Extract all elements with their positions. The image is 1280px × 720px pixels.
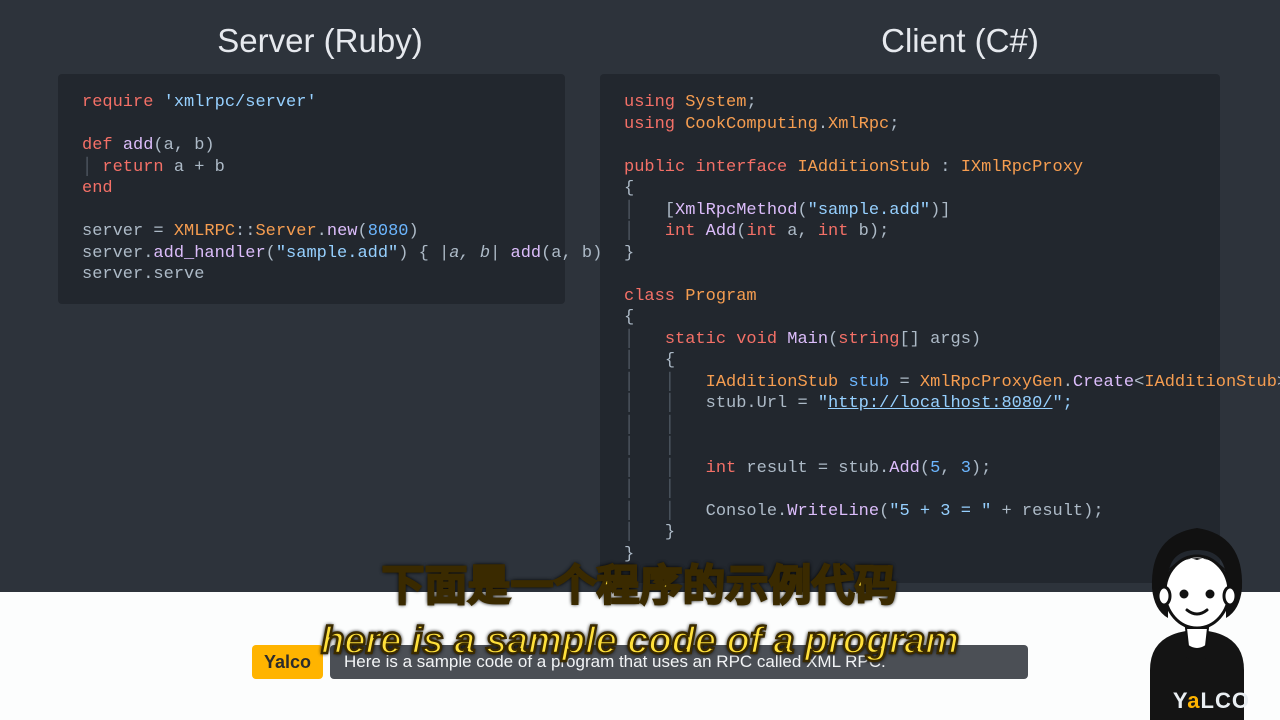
caption-chinese: 下面是一个程序的示例代码 (0, 552, 1280, 613)
code-block-csharp: using System; using CookComputing.XmlRpc… (600, 74, 1220, 583)
caption-english: here is a sample code of a program (0, 620, 1280, 663)
code-block-ruby: require 'xmlrpc/server' def add(a, b) │ … (58, 74, 565, 304)
logo-yalco: YaLCO (1173, 688, 1250, 714)
column-title-server: Server (Ruby) (0, 22, 640, 60)
code-ruby: require 'xmlrpc/server' def add(a, b) │ … (82, 92, 541, 286)
code-csharp: using System; using CookComputing.XmlRpc… (624, 92, 1196, 565)
column-title-client: Client (C#) (640, 22, 1280, 60)
